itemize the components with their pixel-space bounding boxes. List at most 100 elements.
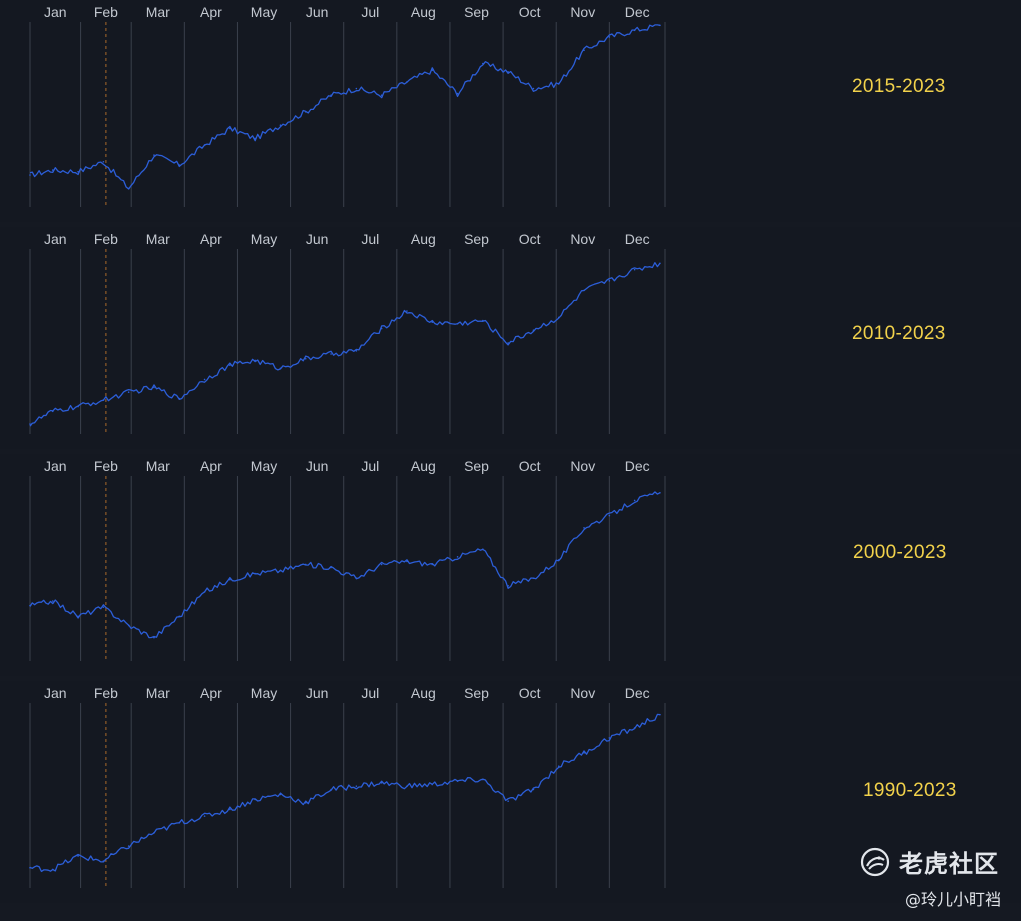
data-point [279,569,282,572]
data-point [29,604,31,607]
data-point [380,563,383,566]
data-point [330,94,332,96]
month-label-jan: Jan [44,4,67,20]
month-label-sep: Sep [464,458,489,474]
data-point [583,527,585,529]
data-point [557,765,560,768]
month-label-may: May [251,231,277,247]
month-label-dec: Dec [625,231,650,247]
data-point [153,386,155,389]
data-point [127,187,130,190]
month-label-may: May [251,685,277,701]
data-point [229,578,231,581]
month-label-dec: Dec [625,685,650,701]
data-point [330,353,332,355]
line-chart-2010-2023: Jan Feb Mar Apr May Jun Jul Aug Sep Oct Nov Dec [29,231,666,434]
data-point [456,780,459,782]
data-point [304,358,307,360]
month-label-feb: Feb [94,231,118,247]
data-point [557,82,560,85]
month-label-dec: Dec [625,458,650,474]
data-point [279,793,282,796]
data-point [659,262,661,265]
data-point [659,713,661,716]
month-label-apr: Apr [200,4,222,20]
tiger-community-logo-icon [860,847,890,876]
data-point [608,737,611,739]
data-point [279,367,282,370]
month-label-jul: Jul [361,231,379,247]
data-point [507,342,509,344]
data-point [254,137,256,140]
data-point [102,160,105,163]
data-point [482,548,484,550]
month-label-jan: Jan [44,458,67,474]
data-point [406,310,408,312]
month-label-apr: Apr [200,458,222,474]
month-label-aug: Aug [411,4,436,20]
watermark: 老虎社区 [859,844,999,879]
data-point [557,559,560,561]
chart-panel-2000-2023: Jan Feb Mar Apr May Jun Jul Aug Sep Oct Nov Dec 200… [0,454,1021,676]
month-label-oct: Oct [519,4,541,20]
data-point [229,364,231,366]
data-point [29,423,31,425]
data-point [29,174,31,176]
month-label-apr: Apr [200,685,222,701]
data-point [229,808,231,811]
line-chart-1990-2023: Jan Feb Mar Apr May Jun Jul Aug Sep Oct Nov Dec [29,685,666,888]
data-point [330,566,332,569]
month-label-mar: Mar [146,231,170,247]
data-point [482,319,484,322]
data-point [406,785,408,787]
month-label-jun: Jun [306,458,329,474]
month-label-sep: Sep [464,4,489,20]
data-point [127,845,130,847]
series-line [29,262,661,427]
data-point [203,815,206,817]
data-point [583,752,585,754]
data-point [77,615,79,618]
month-label-nov: Nov [570,458,595,474]
month-label-oct: Oct [519,458,541,474]
month-label-feb: Feb [94,458,118,474]
data-point [355,577,358,579]
month-label-nov: Nov [570,231,595,247]
data-point [279,124,282,126]
month-label-mar: Mar [146,685,170,701]
data-point [583,49,585,52]
month-label-sep: Sep [464,685,489,701]
data-point [507,800,509,802]
data-point [380,782,383,784]
month-label-oct: Oct [519,685,541,701]
data-point [431,321,434,323]
data-point [608,514,611,517]
data-point [330,788,332,791]
data-point [456,556,459,558]
data-point [380,94,383,96]
data-point [229,127,231,130]
data-point [583,289,585,292]
data-point [608,280,611,282]
month-label-jul: Jul [361,685,379,701]
data-point [507,585,509,587]
data-point [153,154,155,156]
data-point [153,636,155,639]
data-point [380,327,383,330]
period-label: 2015-2023 [852,76,946,97]
data-point [102,860,105,862]
month-label-aug: Aug [411,458,436,474]
data-point [406,560,408,563]
month-label-jul: Jul [361,4,379,20]
month-label-jan: Jan [44,685,67,701]
chart-panel-2010-2023: Jan Feb Mar Apr May Jun Jul Aug Sep Oct Nov Dec 201… [0,227,1021,449]
data-point [77,855,79,857]
data-point [127,391,130,394]
period-label: 2000-2023 [853,542,947,563]
data-point [659,491,661,494]
data-point [633,268,636,271]
month-label-dec: Dec [625,4,650,20]
data-point [532,87,535,90]
data-point [77,405,79,408]
data-point [608,36,611,38]
